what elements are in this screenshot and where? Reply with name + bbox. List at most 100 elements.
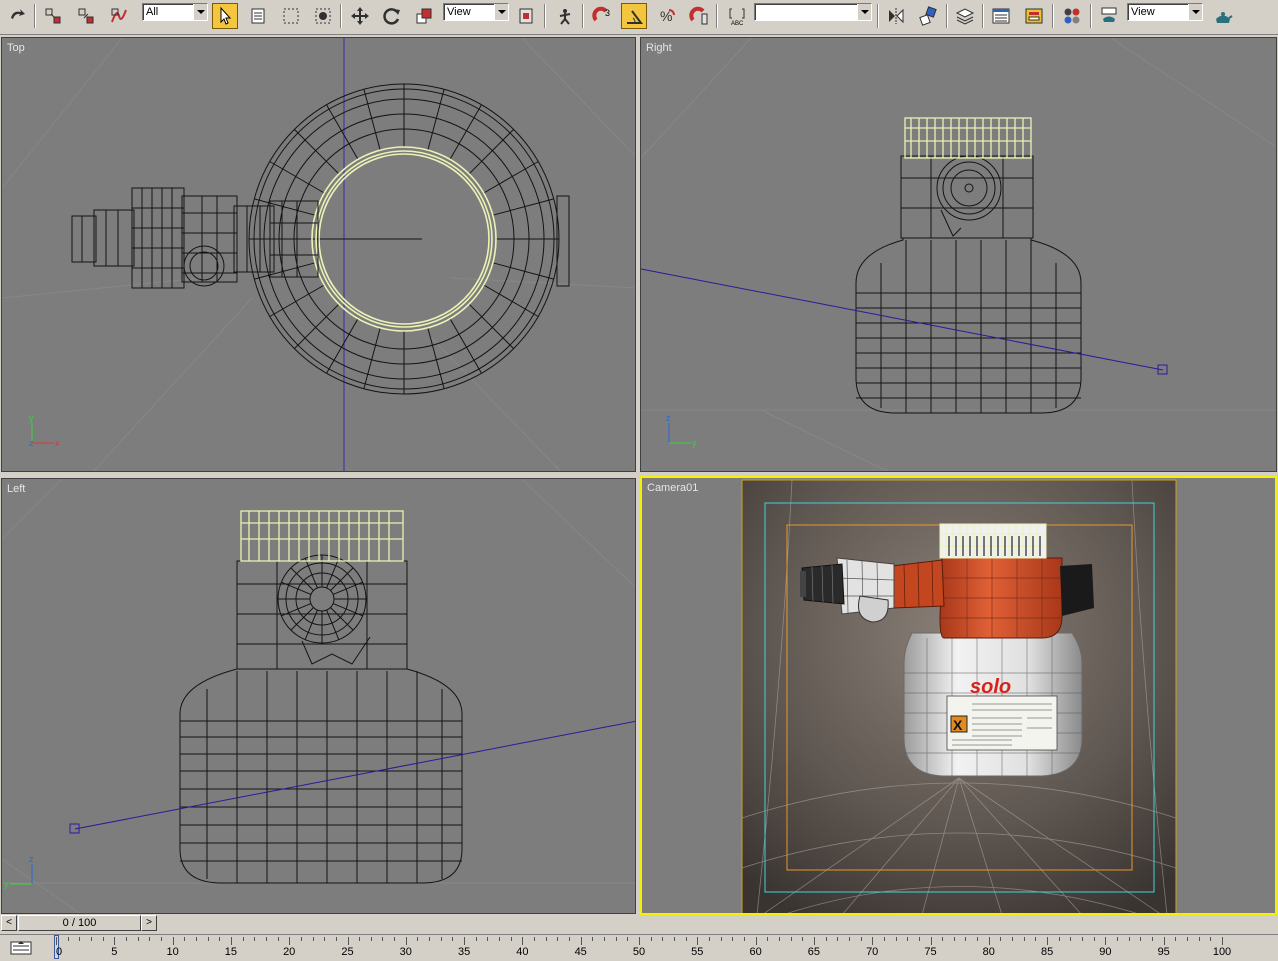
timeline-tick	[347, 937, 349, 945]
left-view-wireframe: z y	[2, 479, 635, 913]
timeline-tick	[1070, 937, 1072, 941]
top-view-wireframe: y x z	[2, 38, 635, 471]
viewport-top[interactable]: y x z Top	[1, 37, 636, 472]
selection-filter-dropdown[interactable]: All	[142, 3, 208, 21]
viewport-right[interactable]: z y Right	[640, 37, 1277, 472]
timeline-tick	[930, 937, 932, 945]
brand-logo: solo	[970, 676, 1011, 698]
bind-space-warp-icon[interactable]	[106, 3, 132, 29]
timeline-tick	[254, 937, 256, 941]
chevron-down-icon[interactable]	[1188, 4, 1202, 20]
axis-tripod: z y	[666, 413, 697, 448]
timeline-tick	[545, 937, 547, 941]
select-and-scale-icon[interactable]	[411, 3, 437, 29]
timeline-tick	[475, 937, 477, 941]
timeline-tick	[569, 937, 571, 941]
render-type-value: View	[1131, 6, 1155, 18]
timeline-tick	[1210, 937, 1212, 941]
percent-snap-icon[interactable]: %	[654, 3, 680, 29]
chevron-down-icon[interactable]	[857, 4, 871, 20]
toolbar-separator	[544, 4, 546, 28]
viewport-label[interactable]: Top	[7, 42, 25, 54]
toolbar-separator	[982, 4, 984, 28]
viewport-label[interactable]: Camera01	[647, 482, 698, 494]
timeline-tick	[160, 937, 162, 941]
timeline-tick	[359, 937, 361, 941]
viewport-label[interactable]: Right	[646, 42, 672, 54]
timeline-tick	[1105, 937, 1107, 945]
align-icon[interactable]	[915, 3, 941, 29]
timeline-tick-label: 70	[866, 946, 879, 958]
select-and-rotate-icon[interactable]	[379, 3, 405, 29]
pivot-center-icon[interactable]	[513, 3, 539, 29]
timeline-tick	[1198, 937, 1200, 941]
timeline-tick	[452, 937, 454, 941]
layer-manager-icon[interactable]	[952, 3, 978, 29]
timeline-tick	[592, 937, 594, 941]
curve-editor-icon[interactable]	[988, 3, 1014, 29]
track-bar[interactable]: 0 5 10 15 20 25 30 35 40 45 50 55 60 65 70 75 80 85 90 95 10…	[0, 934, 1278, 961]
timeline-tick	[90, 937, 92, 941]
schematic-view-icon[interactable]	[1021, 3, 1047, 29]
select-and-link-icon[interactable]	[40, 3, 66, 29]
angle-snap-icon[interactable]	[621, 3, 647, 29]
timeline-tick	[1117, 937, 1119, 941]
spinner-snap-icon[interactable]	[686, 3, 712, 29]
timeline-tick-label: 0	[55, 946, 63, 958]
next-frame-button[interactable]: >	[141, 915, 157, 931]
timeline-tick	[242, 937, 244, 941]
timeline-tick	[394, 937, 396, 941]
timeline-tick	[114, 937, 116, 945]
chevron-down-icon[interactable]	[494, 4, 508, 20]
timeline-tick-label: 65	[807, 946, 821, 958]
select-by-name-icon[interactable]	[245, 3, 271, 29]
rectangular-selection-icon[interactable]	[278, 3, 304, 29]
reference-coordinate-dropdown[interactable]: View	[443, 3, 509, 21]
previous-frame-button[interactable]: <	[1, 915, 17, 931]
viewport-camera[interactable]: X solo Camera01	[640, 476, 1277, 915]
edit-named-selection-icon[interactable]: ABC	[724, 3, 750, 29]
timeline-tick-label: 5	[111, 946, 118, 958]
time-slider[interactable]: 0 / 100 < >	[0, 914, 1278, 934]
timeline-tick	[522, 937, 524, 945]
timeline-tick	[895, 937, 897, 941]
select-object-icon[interactable]	[212, 3, 238, 29]
right-view-wireframe: z y	[641, 38, 1276, 471]
unlink-icon[interactable]	[73, 3, 99, 29]
timeline-tick	[1152, 937, 1154, 941]
time-slider-thumb[interactable]: 0 / 100	[18, 915, 141, 931]
mirror-icon[interactable]	[883, 3, 909, 29]
render-scene-icon[interactable]	[1096, 3, 1122, 29]
timeline-tick	[872, 937, 874, 945]
select-and-move-icon[interactable]	[347, 3, 373, 29]
chevron-down-icon[interactable]	[193, 4, 207, 20]
timeline-ruler[interactable]: 0 5 10 15 20 25 30 35 40 45 50 55 60 65 70 75 80 85 90 95 10…	[50, 935, 1278, 961]
timeline-tick	[230, 937, 232, 945]
open-mini-curve-editor-button[interactable]	[6, 938, 36, 958]
timeline-tick	[907, 937, 909, 941]
viewport-left[interactable]: z y Left	[1, 478, 636, 914]
viewport-label[interactable]: Left	[7, 483, 25, 495]
window-crossing-icon[interactable]	[310, 3, 336, 29]
main-toolbar: All View 3 % ABC View	[0, 0, 1278, 35]
timeline-tick-label: 90	[1099, 946, 1112, 958]
undo-icon[interactable]	[4, 3, 30, 29]
timeline-tick	[627, 937, 629, 941]
material-editor-icon[interactable]	[1059, 3, 1085, 29]
named-selection-sets-dropdown[interactable]	[754, 3, 872, 21]
timeline-tick	[778, 937, 780, 941]
timeline-tick	[639, 937, 640, 945]
timeline-tick	[965, 937, 967, 941]
select-manipulate-icon[interactable]	[552, 3, 578, 29]
timeline-tick	[487, 937, 489, 941]
quick-render-icon[interactable]	[1210, 3, 1236, 29]
timeline-tick	[825, 937, 827, 941]
snap-toggle-icon[interactable]: 3	[589, 3, 615, 29]
timeline-tick	[429, 937, 431, 941]
timeline-tick	[417, 937, 419, 941]
toolbar-separator	[1052, 4, 1054, 28]
timeline-tick	[732, 937, 734, 941]
render-type-dropdown[interactable]: View	[1127, 3, 1203, 21]
timeline-tick	[1175, 937, 1177, 941]
timeline-tick-label: 100	[1212, 946, 1232, 958]
